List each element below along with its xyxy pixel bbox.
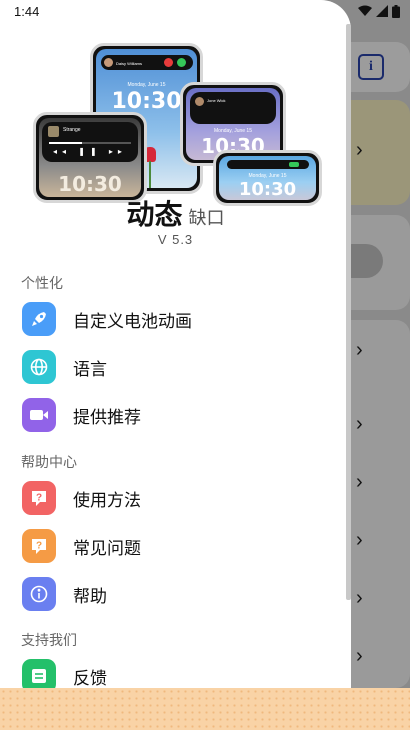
- menu-item-label: 自定义电池动画: [73, 311, 192, 331]
- menu-item-language[interactable]: 语言: [22, 349, 322, 385]
- menu-item-label: 反馈: [73, 668, 107, 688]
- menu-item-recommend[interactable]: 提供推荐: [22, 397, 322, 433]
- svg-text:?: ?: [36, 493, 42, 504]
- hero-phones-illustration: Daisy Williams Monday, June 15 10:30 Jon…: [30, 40, 325, 206]
- menu-item-help[interactable]: 帮助: [22, 576, 322, 612]
- chevron-right-icon[interactable]: ›: [356, 588, 372, 608]
- section-title-personalization: 个性化: [21, 275, 63, 291]
- section-title-support-us: 支持我们: [21, 632, 77, 648]
- menu-item-label: 帮助: [73, 586, 107, 606]
- accept-call-icon: [177, 58, 186, 67]
- message-sender: Jone Wick: [207, 98, 226, 103]
- menu-item-label: 常见问题: [73, 538, 141, 558]
- play-controls: ◂◂ ❚❚ ▸▸: [53, 147, 127, 156]
- chevron-right-icon[interactable]: ›: [356, 646, 372, 666]
- rocket-icon: [22, 302, 56, 336]
- menu-item-label: 使用方法: [73, 490, 141, 510]
- menu-item-faq[interactable]: ? 常见问题: [22, 528, 322, 564]
- info-icon: [22, 577, 56, 611]
- globe-icon: [22, 350, 56, 384]
- feedback-icon: [22, 659, 56, 688]
- progress-bar: [49, 142, 131, 144]
- album-art: [48, 126, 59, 137]
- decline-call-icon: [164, 58, 173, 67]
- menu-item-how-to-use[interactable]: ? 使用方法: [22, 480, 322, 516]
- signal-icon: [376, 5, 388, 17]
- question-chat-icon: ?: [22, 481, 56, 515]
- call-avatar: [104, 58, 113, 67]
- section-title-help-center: 帮助中心: [21, 454, 77, 470]
- menu-item-custom-battery-animation[interactable]: 自定义电池动画: [22, 301, 322, 337]
- charging-indicator: [289, 162, 299, 167]
- chevron-right-icon[interactable]: ›: [356, 340, 372, 360]
- app-subtitle: 缺口: [188, 208, 225, 228]
- battery-icon: [392, 5, 400, 18]
- wifi-icon: [358, 5, 372, 16]
- video-icon: [22, 398, 56, 432]
- info-icon[interactable]: i: [358, 54, 384, 80]
- drawer-scrollbar[interactable]: [346, 24, 351, 600]
- svg-text:?: ?: [36, 541, 42, 552]
- status-time: 1:44: [14, 4, 40, 19]
- bottom-decoration-bar: [0, 688, 410, 730]
- phone-mockup: Strange ◂◂ ❚❚ ▸▸ 10:30: [33, 112, 147, 203]
- message-avatar: [195, 97, 204, 106]
- chevron-right-icon[interactable]: ›: [356, 472, 372, 492]
- chevron-right-icon[interactable]: ›: [356, 414, 372, 434]
- chevron-right-icon[interactable]: ›: [356, 140, 372, 160]
- app-name: 动态: [126, 199, 183, 230]
- menu-item-label: 提供推荐: [73, 407, 141, 427]
- system-icons: [358, 5, 400, 18]
- navigation-drawer: Daisy Williams Monday, June 15 10:30 Jon…: [0, 0, 351, 688]
- menu-item-feedback[interactable]: 反馈: [22, 658, 322, 688]
- app-version: V 5.3: [157, 232, 194, 247]
- chevron-right-icon[interactable]: ›: [356, 530, 372, 550]
- menu-item-label: 语言: [73, 359, 107, 379]
- song-title: Strange: [63, 127, 81, 133]
- question-chat-icon: ?: [22, 529, 56, 563]
- app-title: 动态 缺口: [0, 193, 351, 233]
- status-bar: 1:44: [0, 0, 410, 24]
- caller-name: Daisy Williams: [116, 61, 142, 66]
